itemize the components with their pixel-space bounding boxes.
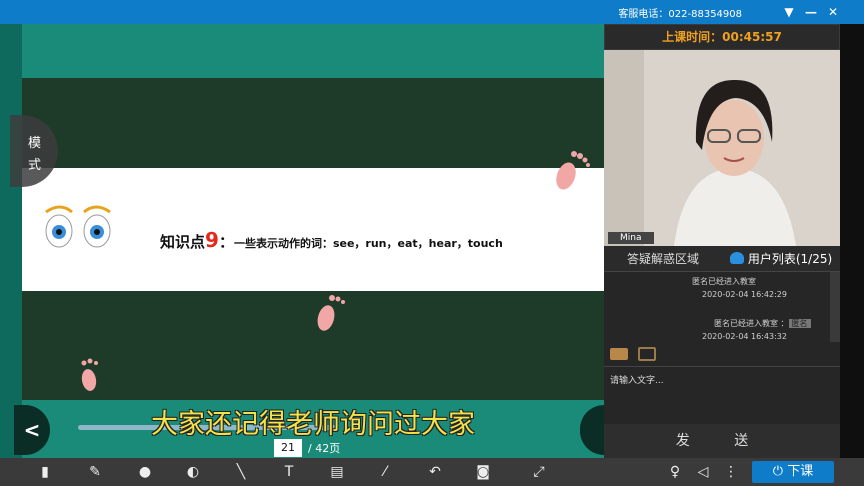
chat-input[interactable]: 请输入文字... xyxy=(604,366,840,424)
slide-top-band xyxy=(22,24,604,78)
right-panel: 上课时间：00:45:57 Mina 答疑解惑区域 用户列表(1/25) 匿名已… xyxy=(604,24,864,458)
tab-user-list-label: 用户列表(1/25) xyxy=(747,252,833,266)
class-timer: 上课时间：00:45:57 xyxy=(604,24,840,50)
trash-icon[interactable]: ▤ xyxy=(326,462,348,482)
chat-message: 匿名已经进入教室 xyxy=(692,277,756,286)
chat-input-placeholder: 请输入文字... xyxy=(610,376,664,386)
close-button[interactable]: ✕ xyxy=(824,3,842,21)
chat-message: 匿名已经进入教室 ：匿名 xyxy=(714,318,811,329)
teacher-avatar-image xyxy=(604,50,840,246)
pen-icon[interactable]: ✎ xyxy=(84,462,106,482)
bottom-toolbar: ▮ ✎ ● ◐ ╲ T ▤ ⁄ ↶ ◙ ⤢ ♀ ◁ ⋮ xyxy=(0,458,864,486)
fullscreen-icon[interactable]: ⤢ xyxy=(528,462,550,482)
camera-icon[interactable]: ◙ xyxy=(472,462,494,482)
mode-label-1: 模 xyxy=(28,136,42,151)
speaker-icon[interactable]: ◁ xyxy=(692,462,714,482)
chat-scrollbar[interactable] xyxy=(830,272,840,342)
dropdown-icon[interactable]: ▼ xyxy=(780,3,798,21)
equalizer-icon[interactable]: ⋮ xyxy=(720,462,742,482)
classroom-app: 客服电话：022-88354908 ▼ — ✕ 知识点9：一些表示动作的词：se… xyxy=(0,0,864,486)
total-pages: / 42页 xyxy=(308,442,341,455)
end-class-label: 下课 xyxy=(787,464,814,479)
footprint-icon xyxy=(317,295,345,331)
support-phone: 客服电话：022-88354908 xyxy=(618,9,742,20)
send-button[interactable]: 发 送 xyxy=(604,424,840,458)
title-bar: 客服电话：022-88354908 ▼ — ✕ xyxy=(0,0,864,24)
power-icon: ⏻ xyxy=(772,464,784,479)
chat-tools xyxy=(604,342,840,366)
footprint-icon xyxy=(556,151,590,190)
knowledge-card: 知识点9：一些表示动作的词：see，run，eat，hear，touch xyxy=(22,168,604,291)
text-icon[interactable]: T xyxy=(278,462,300,482)
tab-qa[interactable]: 答疑解惑区域 xyxy=(604,246,722,271)
highlighter-icon[interactable]: ⁄ xyxy=(374,462,396,482)
title-rest: 一些表示动作的词：see，run，eat，hear，touch xyxy=(233,237,503,250)
teacher-video: Mina xyxy=(604,50,840,246)
palette-icon[interactable]: ◐ xyxy=(182,462,204,482)
title-number: 9 xyxy=(205,228,219,252)
participant-name: Mina xyxy=(608,232,654,244)
knowledge-title: 知识点9：一些表示动作的词：see，run，eat，hear，touch xyxy=(160,228,503,252)
eyes-icon xyxy=(45,205,111,248)
chat-timestamp: 2020-02-04 16:43:32 xyxy=(702,332,787,341)
end-class-button[interactable]: ⏻ 下课 xyxy=(752,461,834,483)
page-indicator: 21 / 42页 xyxy=(274,438,340,458)
panel-tabs: 答疑解惑区域 用户列表(1/25) xyxy=(604,246,840,272)
title-colon: ： xyxy=(218,233,234,251)
mic-icon[interactable]: ♀ xyxy=(664,462,686,482)
chat-user-tag: 匿名 xyxy=(788,319,811,328)
slide-stage: 知识点9：一些表示动作的词：see，run，eat，hear，touch xyxy=(22,24,604,458)
chat-log: 匿名已经进入教室 2020-02-04 16:42:29 匿名已经进入教室 ：匿… xyxy=(604,272,840,342)
caption-subtitle: 大家还记得老师询问过大家 xyxy=(151,409,475,440)
panel-scrollbar[interactable] xyxy=(840,24,864,458)
mode-label-2: 式 xyxy=(28,158,42,173)
title-prefix: 知识点 xyxy=(160,233,206,251)
folder-icon[interactable] xyxy=(610,348,628,360)
eraser-icon[interactable]: ● xyxy=(134,462,156,482)
left-strip xyxy=(0,24,22,458)
users-icon xyxy=(729,252,744,264)
chat-message-text: 匿名已经进入教室 xyxy=(714,319,778,328)
undo-icon[interactable]: ↶ xyxy=(424,462,446,482)
minimize-button[interactable]: — xyxy=(802,3,820,21)
line-icon[interactable]: ╲ xyxy=(230,462,252,482)
footprint-icon xyxy=(81,358,98,391)
tab-user-list[interactable]: 用户列表(1/25) xyxy=(722,246,840,271)
mouse-icon[interactable]: ▮ xyxy=(34,462,56,482)
chat-timestamp: 2020-02-04 16:42:29 xyxy=(702,290,787,299)
screenshot-icon[interactable] xyxy=(638,347,656,361)
current-page-input[interactable]: 21 xyxy=(274,439,302,457)
